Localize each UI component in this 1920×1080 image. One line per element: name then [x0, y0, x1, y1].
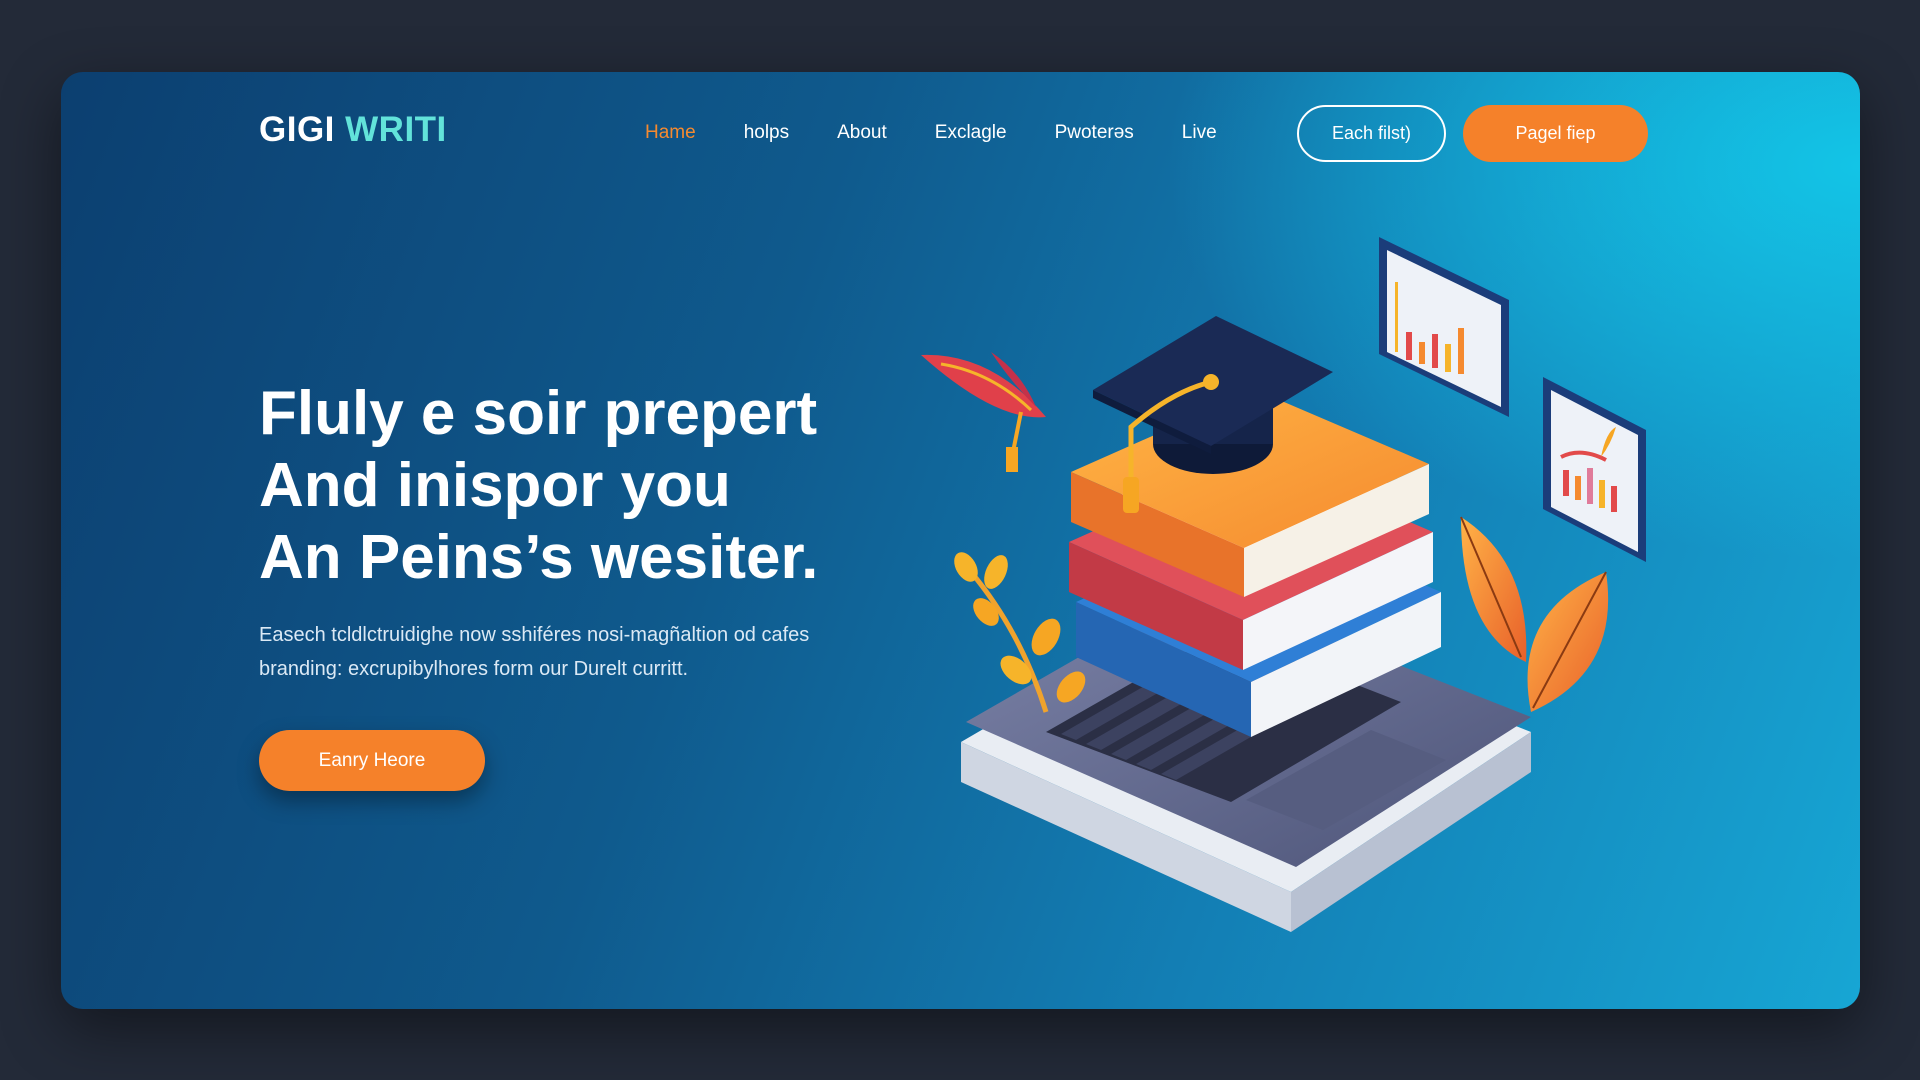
hero-subtitle: Easech tcldlctruidighe now sshiféres nos… — [259, 618, 899, 686]
cta-button[interactable]: Eanry Heore — [259, 730, 485, 791]
nav-item-home[interactable]: Hame — [645, 122, 696, 144]
hero-subtitle-line-1: Easech tcldlctruidighe now sshiféres nos… — [259, 624, 810, 646]
chart-frame-icon — [1543, 377, 1646, 562]
main-nav: Hame holps About Exclagle Pwoterǝs Live — [645, 122, 1265, 144]
chart-frame-icon — [1379, 237, 1509, 417]
brand-name-accent: WRITI — [345, 110, 447, 149]
nav-item-exclagle[interactable]: Exclagle — [935, 122, 1007, 144]
nav-item-live[interactable]: Live — [1182, 122, 1217, 144]
nav-item-helps[interactable]: holps — [744, 122, 789, 144]
brand-name-main: GIGI — [259, 110, 335, 149]
outline-header-button[interactable]: Each filst) — [1297, 105, 1446, 162]
branch-icon — [954, 552, 1086, 713]
hero-card: GIGI WRITI Hame holps About Exclagle Pwo… — [61, 72, 1860, 1009]
hero-title-line-2: And inispor you — [259, 451, 731, 520]
book-stack-icon — [1069, 390, 1441, 737]
graduation-cap-icon — [1093, 316, 1333, 513]
hero-title-line-1: Fluly e soir prepert — [259, 379, 818, 448]
hero-subtitle-line-2: branding: excrupibylhores form our Durel… — [259, 658, 689, 680]
laptop-icon — [961, 587, 1531, 932]
leaf-icon — [1460, 516, 1609, 712]
hero-title-line-3: An Peins’s wesiter. — [259, 523, 819, 592]
nav-item-about[interactable]: About — [837, 122, 887, 144]
nav-item-posters[interactable]: Pwoterǝs — [1055, 122, 1134, 144]
hero-title: Fluly e soir prepert And inispor you An … — [259, 378, 879, 594]
brand-logo[interactable]: GIGI WRITI — [259, 110, 447, 150]
feather-quill-icon — [921, 352, 1046, 472]
primary-header-button[interactable]: Pagel fiep — [1463, 105, 1648, 162]
